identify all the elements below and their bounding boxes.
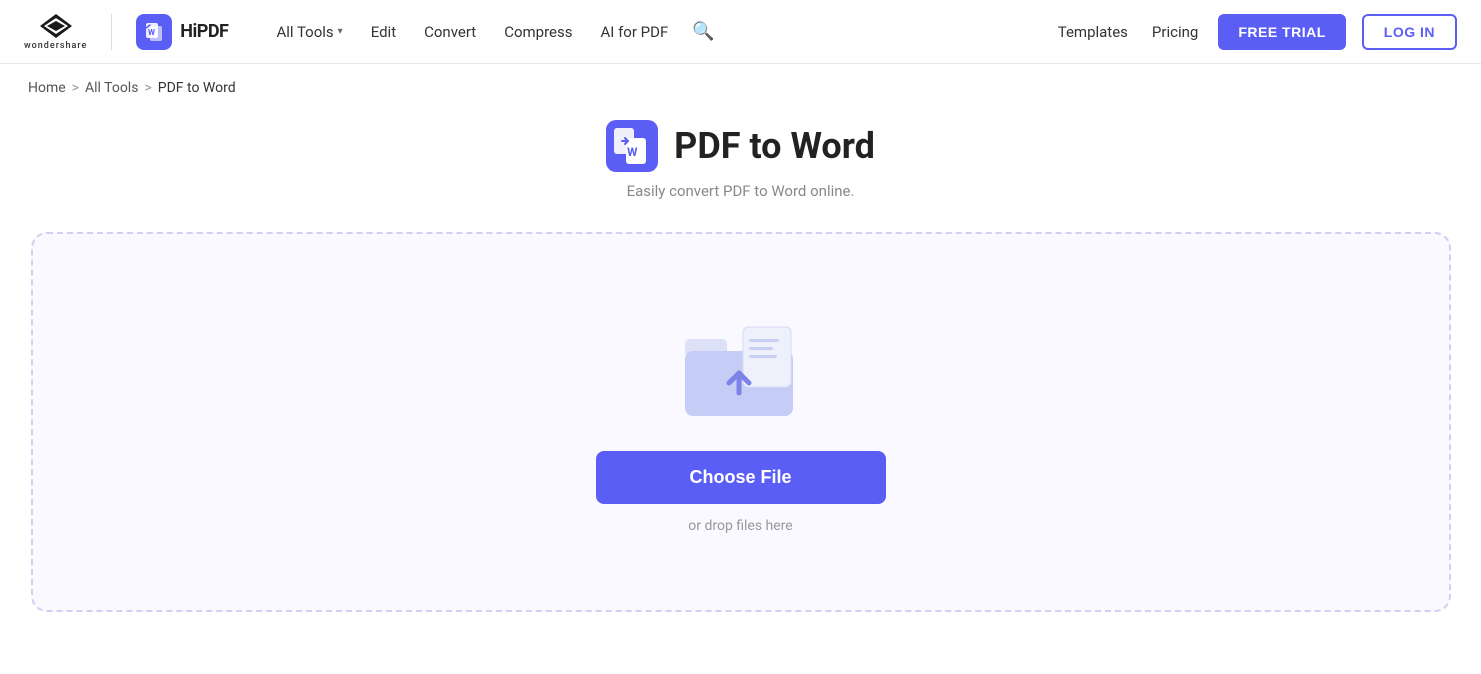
breadcrumb-all-tools[interactable]: All Tools (85, 80, 138, 96)
page-title-row: W PDF to Word (606, 120, 875, 172)
upload-area[interactable]: Choose File or drop files here (31, 232, 1451, 612)
drop-hint: or drop files here (688, 518, 792, 534)
hipdf-logo[interactable]: W HiPDF (136, 14, 228, 50)
logo-area[interactable]: wondershare W HiPDF (24, 12, 228, 51)
main-nav: All Tools ▾ Edit Convert Compress AI for… (264, 13, 722, 50)
wondershare-logo: wondershare (24, 12, 87, 51)
nav-all-tools[interactable]: All Tools ▾ (264, 15, 354, 49)
nav-edit[interactable]: Edit (359, 15, 408, 49)
pdf-to-word-icon: W (606, 120, 658, 172)
page-subtitle: Easily convert PDF to Word online. (627, 182, 855, 200)
hipdf-brand-text: HiPDF (180, 21, 228, 42)
folder-upload-icon (681, 321, 801, 421)
wondershare-diamond-icon (38, 12, 74, 40)
nav-convert[interactable]: Convert (412, 15, 488, 49)
logo-divider (111, 14, 112, 50)
nav-right: Templates Pricing FREE TRIAL LOG IN (1054, 14, 1457, 50)
free-trial-button[interactable]: FREE TRIAL (1218, 14, 1345, 50)
breadcrumb-home[interactable]: Home (28, 80, 66, 96)
wondershare-text: wondershare (24, 41, 87, 51)
page-header: W PDF to Word Easily convert PDF to Word… (606, 120, 875, 200)
breadcrumb-sep-1: > (72, 80, 79, 96)
login-button[interactable]: LOG IN (1362, 14, 1457, 50)
svg-text:W: W (627, 145, 638, 159)
breadcrumb-sep-2: > (144, 80, 151, 96)
svg-text:W: W (148, 28, 155, 37)
nav-compress[interactable]: Compress (492, 15, 584, 49)
chevron-down-icon: ▾ (338, 26, 343, 37)
breadcrumb: Home > All Tools > PDF to Word (0, 64, 1481, 112)
nav-ai[interactable]: AI for PDF (588, 15, 680, 49)
nav-templates[interactable]: Templates (1054, 15, 1132, 49)
main-content: W PDF to Word Easily convert PDF to Word… (0, 112, 1481, 652)
hipdf-icon: W (136, 14, 172, 50)
nav-pricing[interactable]: Pricing (1148, 15, 1202, 49)
search-button[interactable]: 🔍 (684, 13, 722, 50)
breadcrumb-current: PDF to Word (158, 80, 236, 96)
search-icon: 🔍 (692, 21, 714, 42)
choose-file-button[interactable]: Choose File (596, 451, 886, 504)
page-title: PDF to Word (674, 125, 875, 167)
